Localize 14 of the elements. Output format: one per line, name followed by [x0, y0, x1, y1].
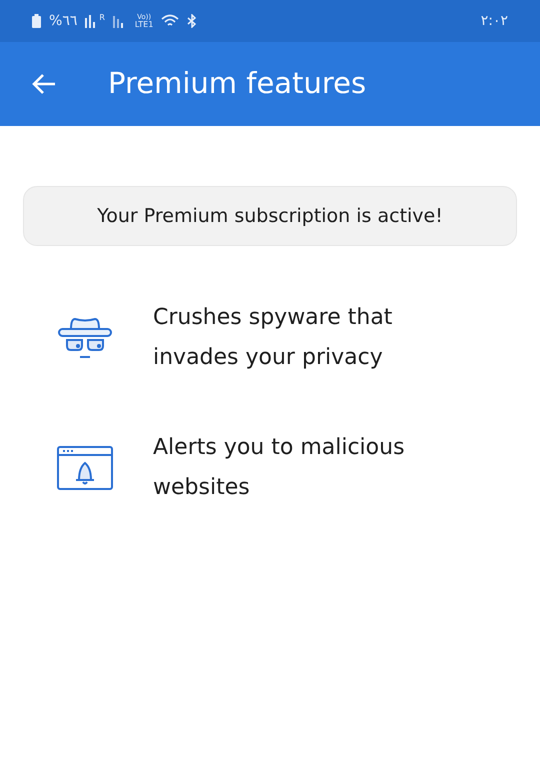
network-label: LTE1: [134, 20, 154, 28]
browser-bell-icon: [57, 446, 113, 490]
battery-icon: [32, 14, 41, 28]
spy-hat-glasses-icon: [57, 315, 113, 361]
feature-text: Alerts you to malicious websites: [153, 434, 406, 502]
bluetooth-icon: [187, 14, 198, 28]
app-bar-title: Premium features: [108, 65, 366, 102]
battery-percent: %٦٦: [49, 12, 78, 30]
roaming-label: R: [99, 14, 105, 22]
status-banner: Your Premium subscription is active!: [23, 186, 517, 246]
feature-text: Crushes spyware that invades your privacy: [153, 304, 394, 372]
back-arrow-icon: [31, 73, 57, 95]
clock: ٢:٠٢: [480, 12, 508, 30]
wifi-icon: [161, 14, 180, 28]
